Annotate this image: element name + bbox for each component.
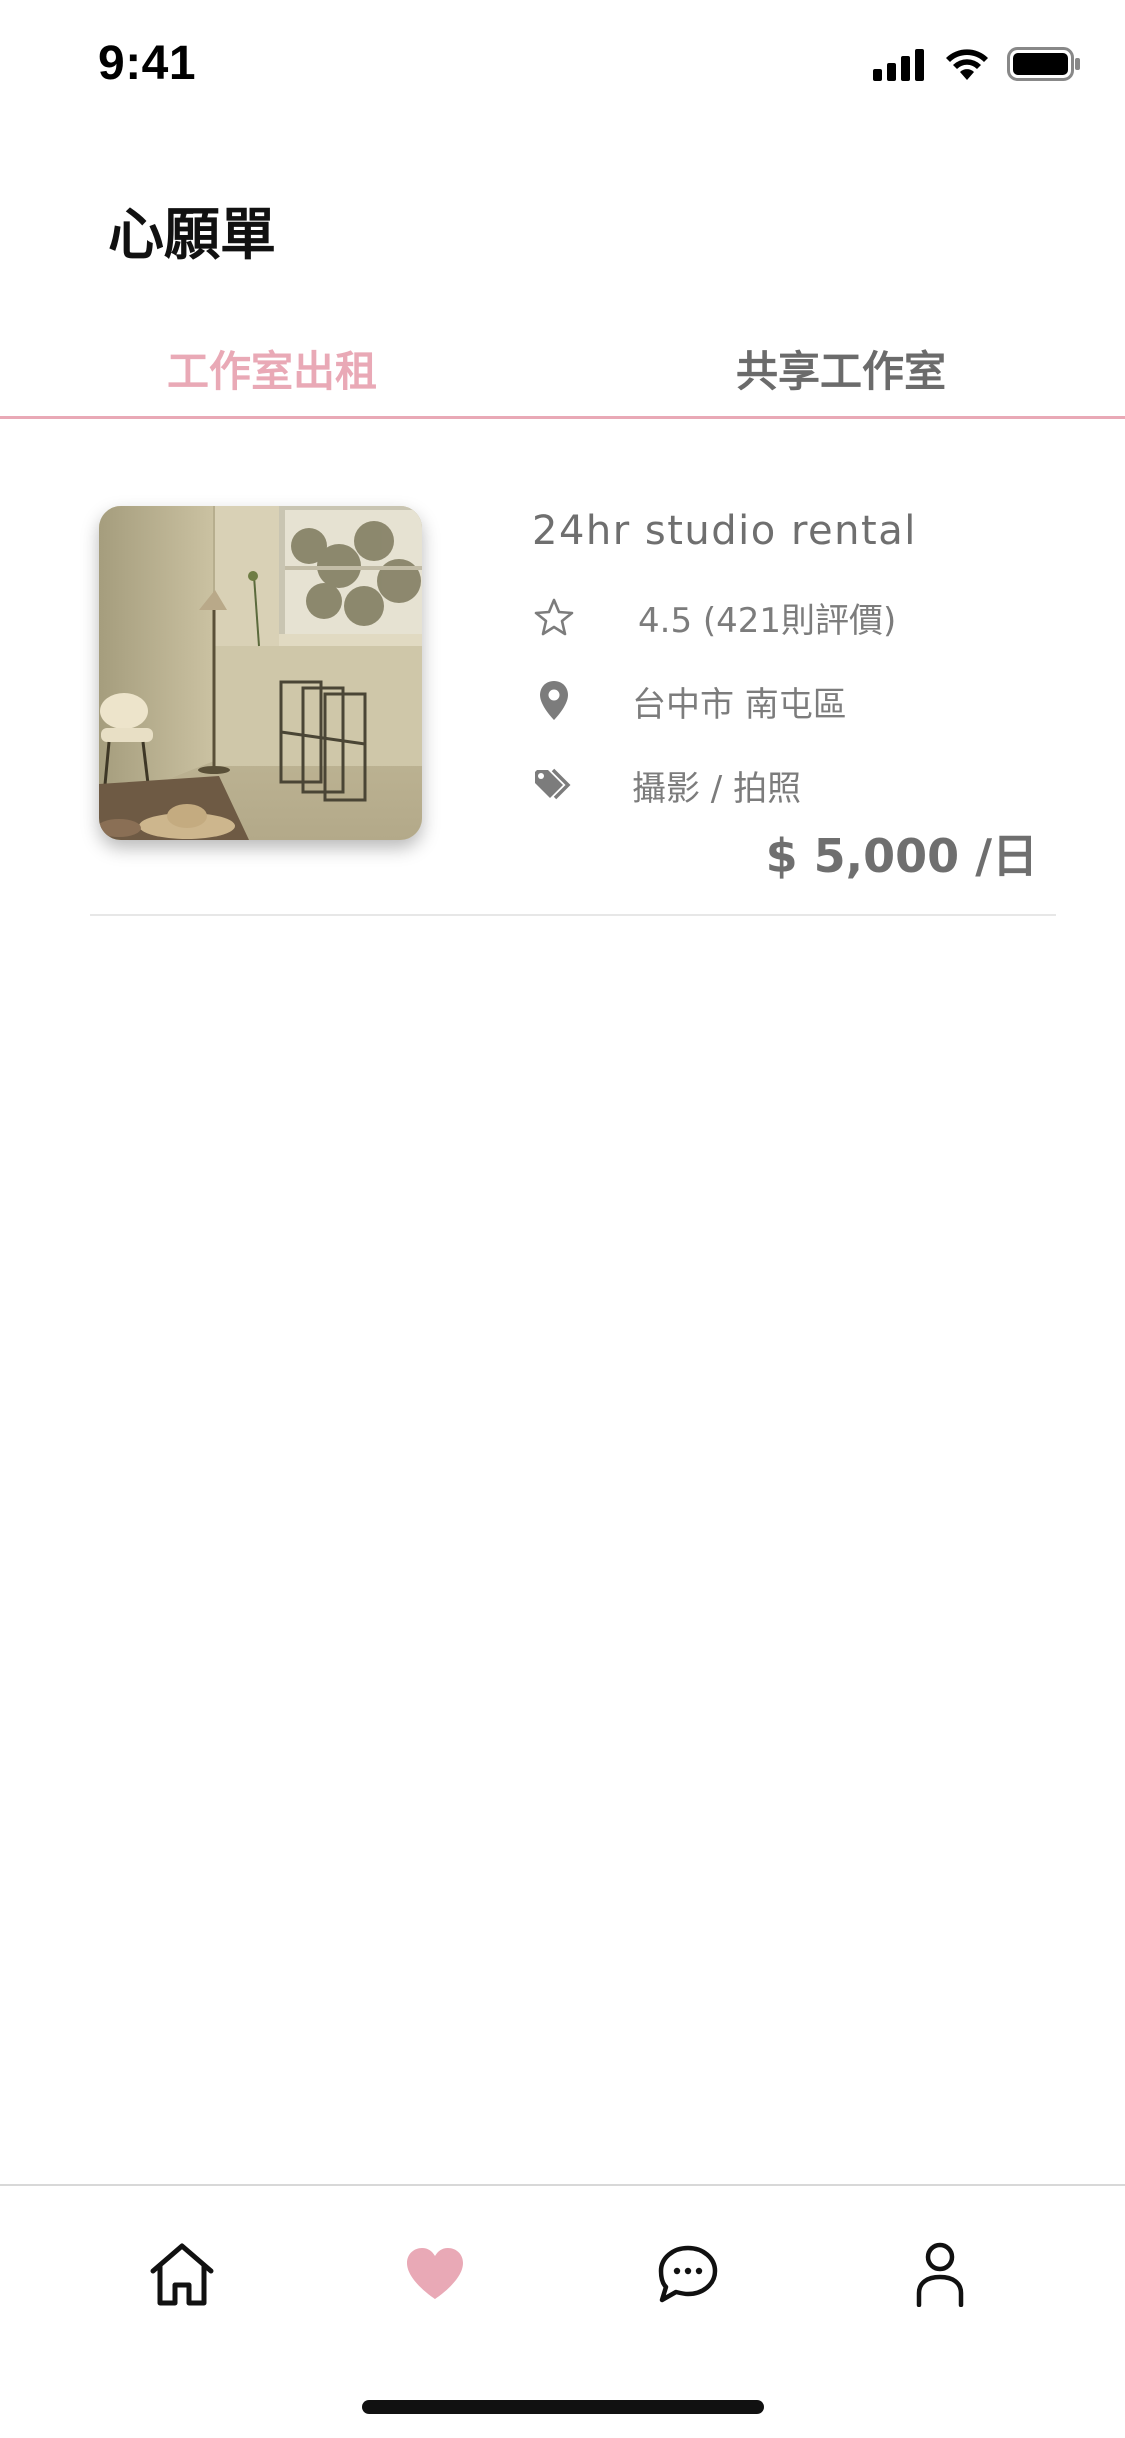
listing-title[interactable]: 24hr studio rental	[532, 508, 917, 554]
nav-profile[interactable]	[895, 2231, 985, 2321]
listing-rating-row: 4.5 (421則評價)	[532, 592, 896, 642]
tab-studio-rental[interactable]: 工作室出租	[167, 338, 377, 399]
card-divider	[90, 914, 1056, 916]
tab-bar: 工作室出租 共享工作室	[0, 320, 1125, 420]
nav-home[interactable]	[137, 2231, 227, 2321]
listing-tags: 攝影 / 拍照	[632, 768, 802, 809]
listing-rating: 4.5 (421則評價)	[638, 600, 897, 641]
listing-location: 台中市 南屯區	[632, 684, 847, 725]
chat-bubble-icon	[656, 2244, 720, 2308]
listing-photo	[99, 506, 422, 840]
listing-price: $ 5,000 /日	[765, 829, 1038, 883]
wishlist-card[interactable]: 24hr studio rental 4.5 (421則評價) 台中市 南屯區	[90, 490, 1056, 918]
wifi-icon	[943, 46, 991, 86]
status-time: 9:41	[98, 37, 197, 90]
listing-tags-row: 攝影 / 拍照	[532, 760, 801, 810]
tab-shared-studio[interactable]: 共享工作室	[736, 338, 946, 399]
listing-info: 24hr studio rental 4.5 (421則評價) 台中市 南屯區	[532, 490, 1062, 890]
page-title: 心願單	[108, 203, 276, 268]
nav-wishlist[interactable]	[390, 2231, 480, 2321]
home-indicator[interactable]	[362, 2400, 764, 2414]
signal-icon	[873, 47, 927, 85]
home-icon	[147, 2241, 217, 2311]
bottom-nav	[0, 2184, 1125, 2438]
nav-messages[interactable]	[643, 2231, 733, 2321]
listing-location-row: 台中市 南屯區	[532, 676, 847, 726]
star-outline-icon	[532, 595, 576, 639]
status-icons	[873, 46, 1081, 86]
tag-icon	[532, 763, 576, 807]
battery-icon	[1007, 46, 1081, 86]
heart-icon	[405, 2247, 465, 2305]
status-bar: 9:41	[0, 0, 1125, 132]
tab-underline	[0, 416, 1125, 419]
map-pin-icon	[532, 679, 576, 723]
user-icon	[915, 2241, 965, 2311]
